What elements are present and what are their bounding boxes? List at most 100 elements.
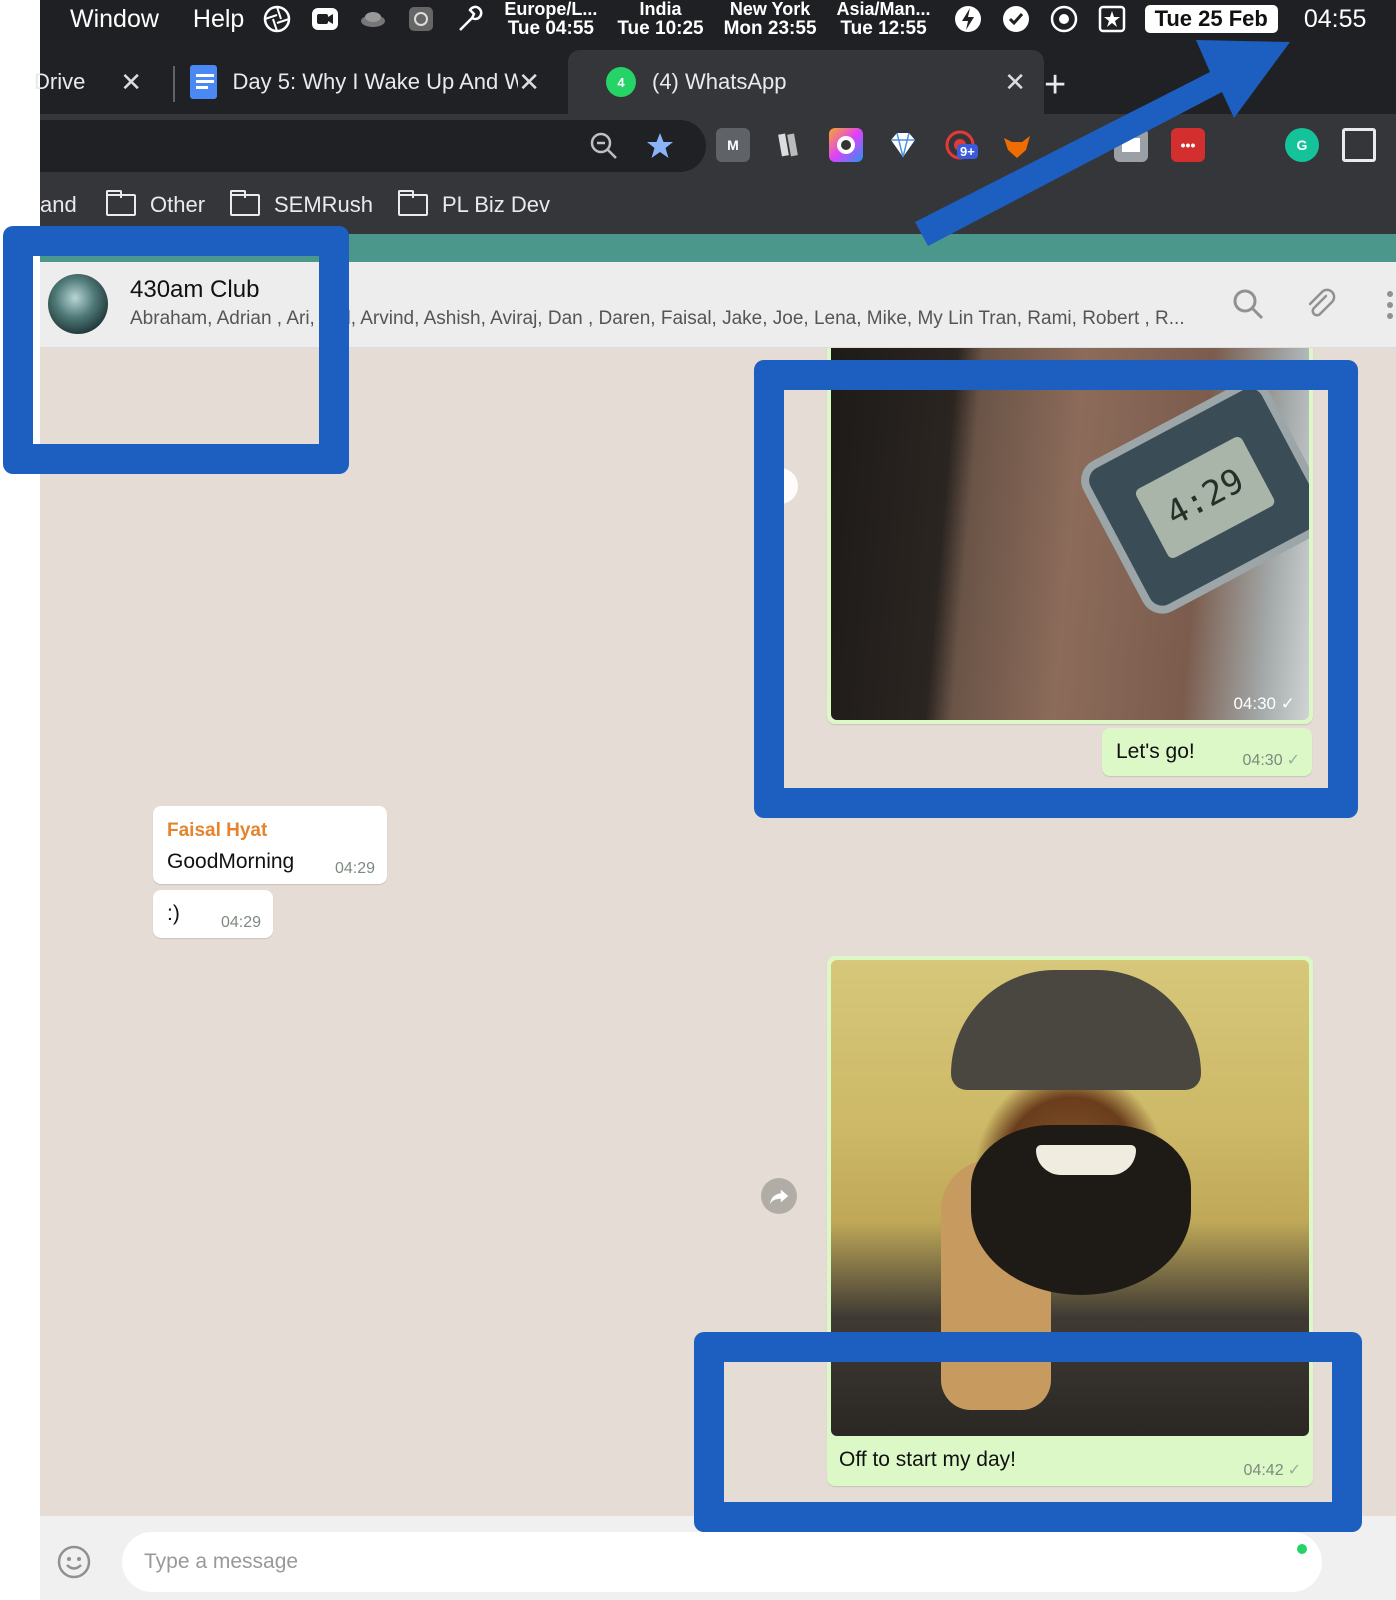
group-avatar[interactable] [48, 274, 108, 334]
wrench-icon[interactable] [454, 4, 484, 34]
tab-badge: 4 [617, 74, 625, 90]
message-text: :) [167, 902, 180, 925]
message-input[interactable] [122, 1532, 1322, 1592]
clock-zone: Europe/L... [504, 0, 598, 19]
tab-drive[interactable]: Drive ✕ [34, 50, 160, 114]
bookmark-folder-semrush[interactable]: SEMRush [230, 190, 373, 218]
watch-photo[interactable]: 4:29 04:30 ✓ [831, 348, 1309, 720]
diamond-extension-icon[interactable] [886, 128, 920, 162]
close-icon[interactable]: ✕ [1004, 67, 1026, 98]
gmail-extension-icon[interactable]: M [716, 128, 750, 162]
clock-europe[interactable]: Europe/L... Tue 04:55 [504, 0, 597, 38]
grammarly-extension-icon[interactable]: G [1285, 128, 1319, 162]
menubar-date[interactable]: Tue 25 Feb [1144, 5, 1278, 33]
message-time: 04:30 ✓ [1243, 750, 1300, 770]
beanie-hat [951, 970, 1201, 1090]
status-dot [1297, 1544, 1307, 1554]
clock-time: Tue 10:25 [617, 18, 704, 39]
close-icon[interactable]: ✕ [518, 67, 540, 98]
menu-window[interactable]: Window [70, 5, 159, 34]
tab-title: Drive [34, 69, 86, 94]
bookmark-label: and [40, 192, 77, 217]
screenshot-icon[interactable] [406, 4, 436, 34]
zoom-icon[interactable] [310, 4, 340, 34]
star-box-icon[interactable] [1097, 4, 1127, 34]
sent-tick-icon: ✓ [1286, 752, 1300, 769]
whatsapp-icon: 4 [606, 67, 636, 97]
message-text: Let's go! [1116, 740, 1195, 763]
clock-india[interactable]: India Tue 10:25 [617, 0, 703, 38]
zoom-magnifier-icon[interactable] [588, 130, 620, 162]
sent-tick-icon: ✓ [1287, 1462, 1301, 1479]
clock-zone: Asia/Man... [836, 0, 931, 19]
bookmark-folder-pl-biz-dev[interactable]: PL Biz Dev [398, 190, 551, 218]
folder-icon [106, 190, 136, 216]
chat-title[interactable]: 430am Club [130, 276, 259, 304]
lightning-icon[interactable] [953, 4, 983, 34]
clock-time: Mon 23:55 [723, 18, 817, 39]
message-goodmorning[interactable]: Faisal Hyat GoodMorning 04:29 [153, 806, 387, 884]
clock-zone: India [639, 0, 682, 19]
message-time: 04:29 [334, 860, 375, 877]
attach-icon[interactable] [1302, 286, 1338, 322]
google-docs-icon [190, 65, 217, 99]
clock-time: Tue 04:55 [507, 18, 594, 39]
smile [1036, 1145, 1136, 1175]
tab-google-doc[interactable]: Day 5: Why I Wake Up And What ✕ [190, 50, 600, 114]
whatsapp-top-strip [40, 234, 1396, 262]
sent-tick-icon: ✓ [1280, 694, 1295, 713]
expand-arrow[interactable] [780, 468, 798, 504]
message-lets-go[interactable]: Let's go! 04:30 ✓ [1102, 728, 1312, 776]
bookmark-label: Other [150, 192, 206, 217]
mail-tracker-extension-icon[interactable] [1114, 128, 1148, 162]
menubar-time[interactable]: 04:55 [1304, 5, 1367, 34]
chat-participants: Abraham, Adrian , Ari, Anil, Arvind, Ash… [130, 308, 1185, 329]
bookmarks-bar: and Other SEMRush PL Biz Dev [40, 182, 1396, 234]
browser-toolbar: M 9+ ••• G [40, 114, 1396, 182]
lastpass-extension-icon[interactable]: ••• [1171, 128, 1205, 162]
bookmark-folder[interactable]: and [40, 192, 77, 218]
chat-header[interactable]: 430am Club Abraham, Adrian , Ari, Anil, … [40, 262, 1396, 348]
clock-time: Tue 12:55 [840, 18, 927, 39]
tab-whatsapp[interactable]: 4 (4) WhatsApp ✕ [568, 50, 1044, 114]
tab-separator [173, 66, 175, 102]
menu-help[interactable]: Help [193, 5, 244, 34]
time-value: 04:30 [1242, 752, 1283, 769]
folder-icon [398, 190, 428, 216]
clock-asia[interactable]: Asia/Man... Tue 12:55 [837, 0, 931, 38]
camera-extension-icon[interactable] [829, 128, 863, 162]
message-image-selfie[interactable]: Off to start my day! 04:42 ✓ [827, 956, 1313, 1486]
record-icon[interactable] [1049, 4, 1079, 34]
new-tab-button[interactable]: + [1044, 64, 1066, 107]
sender-name[interactable]: Faisal Hyat [167, 820, 267, 842]
books-extension-icon[interactable] [772, 128, 806, 162]
cloud-icon[interactable] [358, 4, 388, 34]
clock-new-york[interactable]: New York Mon 23:55 [724, 0, 817, 38]
close-icon[interactable]: ✕ [120, 67, 142, 98]
bookmark-label: PL Biz Dev [442, 192, 551, 217]
message-image-watch[interactable]: 4:29 04:30 ✓ [827, 348, 1313, 724]
tab-strip: Drive ✕ Day 5: Why I Wake Up And What ✕ … [34, 38, 1396, 114]
message-text: GoodMorning [167, 850, 295, 873]
bookmark-star-icon[interactable] [644, 130, 676, 162]
chat-panel: 4:29 04:30 ✓ Let's go! 04:30 ✓ Faisal Hya… [40, 348, 1396, 1516]
forward-button[interactable] [761, 1178, 797, 1214]
aperture-icon[interactable] [262, 4, 292, 34]
tracker-extension-icon[interactable]: 9+ [943, 128, 978, 162]
bookmark-folder-other[interactable]: Other [106, 190, 206, 218]
page-extension-icon[interactable] [1342, 128, 1376, 162]
message-time: 04:30 ✓ [1233, 694, 1295, 714]
check-circle-icon[interactable] [1001, 4, 1031, 34]
tab-title: Day 5: Why I Wake Up And What [232, 69, 519, 94]
clock-zone: New York [729, 0, 811, 19]
selfie-photo[interactable] [831, 960, 1309, 1436]
message-time: 04:29 [220, 914, 261, 931]
message-composer [40, 1516, 1396, 1600]
menu-bar: Window Help Europe/L... Tue 04:55 India … [40, 0, 1396, 38]
address-bar[interactable] [40, 120, 706, 172]
message-smiley[interactable]: :) 04:29 [153, 890, 273, 938]
emoji-icon[interactable] [56, 1544, 92, 1580]
menu-dots-icon[interactable] [1386, 290, 1394, 320]
search-icon[interactable] [1230, 286, 1266, 322]
fox-extension-icon[interactable] [1000, 128, 1034, 162]
